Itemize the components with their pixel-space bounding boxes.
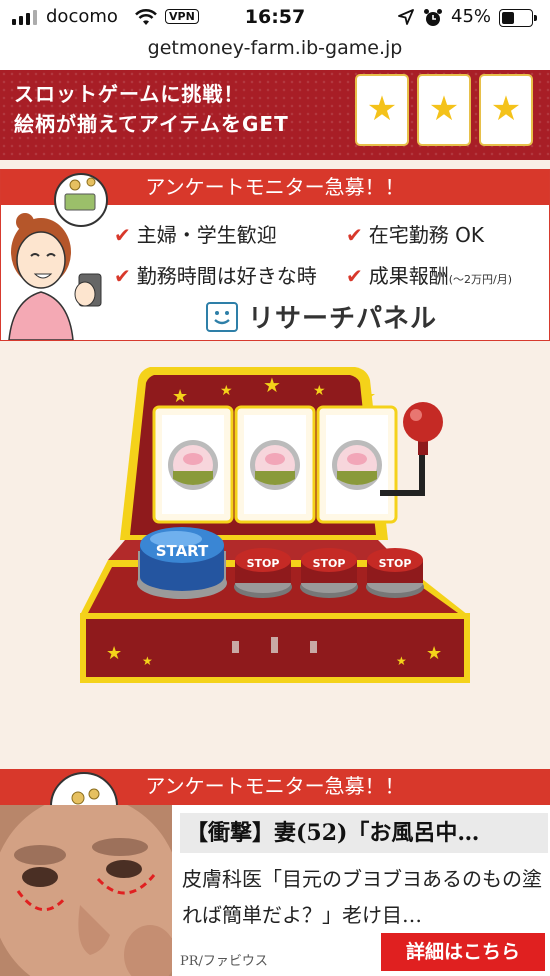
stop-button-1[interactable]: STOP	[234, 548, 292, 598]
star-tile: ★	[417, 74, 471, 146]
stop-label: STOP	[313, 557, 346, 570]
stop-label: STOP	[247, 557, 280, 570]
survey-monitor-ad[interactable]: アンケートモニター急募！！ ✔ 主婦・学生歓迎 ✔ 在宅勤務 OK ✔ 勤務時間は好き…	[0, 169, 550, 341]
start-label: START	[156, 542, 209, 560]
research-panel-logo: リサーチパネル	[206, 298, 437, 335]
svg-text:★: ★	[396, 654, 407, 668]
reel-window	[234, 405, 316, 524]
stop-button-3[interactable]: STOP	[366, 548, 424, 598]
battery-fill	[502, 12, 514, 24]
start-button[interactable]: START	[137, 527, 227, 599]
banner-text: スロットゲームに挑戦！ 絵柄が揃えてアイテムをGET	[14, 79, 289, 139]
feature-item: ✔ 成果報酬(～2万円/月)	[346, 264, 513, 288]
feature-item: ✔ 主婦・学生歓迎	[114, 223, 277, 247]
check-icon: ✔	[114, 264, 131, 288]
feature-item: ✔ 勤務時間は好きな時	[114, 264, 317, 288]
battery-icon	[499, 9, 537, 27]
alarm-icon	[424, 9, 442, 26]
ad-sponsor: PR/ファビウス	[180, 954, 268, 969]
battery-percent: 45%	[451, 6, 492, 27]
smile-box-icon	[206, 301, 238, 332]
svg-text:★: ★	[172, 386, 188, 407]
star-tile: ★	[479, 74, 533, 146]
check-icon: ✔	[114, 223, 131, 247]
feature-item: ✔ 在宅勤務 OK	[346, 223, 484, 247]
slot-game-banner[interactable]: スロットゲームに挑戦！ 絵柄が揃えてアイテムをGET ★ ★ ★	[0, 70, 550, 160]
star-icon: ★	[366, 89, 398, 129]
banner-line-2: 絵柄が揃えてアイテムをGET	[14, 112, 289, 136]
svg-text:★: ★	[426, 643, 442, 664]
woman-with-phone-illustration	[8, 173, 108, 340]
star-tile: ★	[355, 74, 409, 146]
stop-button-2[interactable]: STOP	[300, 548, 358, 598]
slot-machine: ★ ★ ★ ★ ★ ★ ★ ★ ★ START STOP STOP STOP	[80, 367, 470, 683]
svg-text:★: ★	[263, 373, 281, 397]
location-arrow-icon	[398, 9, 414, 25]
star-icon: ★	[428, 89, 460, 129]
reel-window	[152, 405, 234, 524]
svg-text:★: ★	[360, 386, 376, 407]
star-icon: ★	[490, 89, 522, 129]
svg-text:★: ★	[106, 643, 122, 664]
stop-label: STOP	[379, 557, 412, 570]
ad-body-text[interactable]: 皮膚科医「目元のブヨブヨあるのもの塗れば簡単だよ？」老け目…	[182, 861, 542, 933]
svg-text:★: ★	[220, 383, 233, 399]
banner-line-1: スロットゲームに挑戦！	[14, 82, 245, 106]
ad-face-image	[0, 805, 172, 976]
reward-note: (～2万円/月)	[448, 273, 513, 286]
check-icon: ✔	[346, 223, 363, 247]
brand-name: リサーチパネル	[248, 304, 438, 334]
ad-details-button[interactable]: 詳細はこちら	[381, 933, 545, 971]
status-bar: docomo VPN 16:57 45%	[0, 0, 550, 36]
reel-window	[316, 405, 398, 524]
url-bar[interactable]: getmoney-farm.ib-game.jp	[0, 36, 550, 70]
check-icon: ✔	[346, 264, 363, 288]
svg-text:★: ★	[313, 383, 326, 399]
ad-headline[interactable]: 【衝撃】妻(52)「お風呂中…	[180, 813, 548, 853]
svg-text:★: ★	[142, 654, 153, 668]
